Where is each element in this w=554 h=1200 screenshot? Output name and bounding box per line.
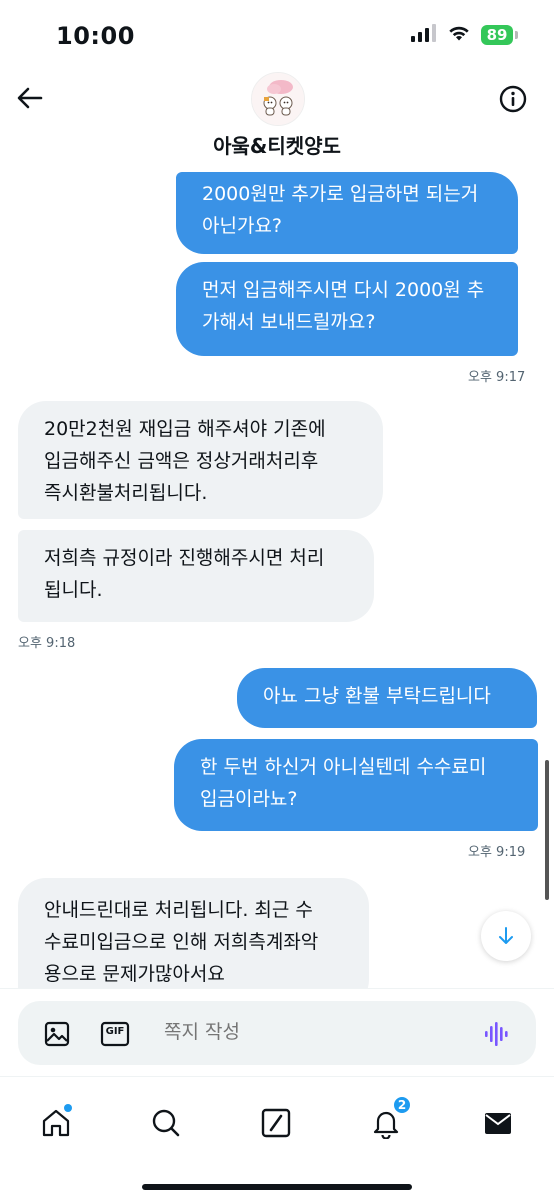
message-text-line: 됩니다. xyxy=(44,579,103,601)
image-icon xyxy=(44,1021,70,1047)
message-text-line: 즉시환불처리됩니다. xyxy=(44,482,208,504)
nav-notifications[interactable]: 2 xyxy=(366,1095,412,1143)
message-received[interactable]: 저희측 규정이라 진행해주시면 처리 됩니다. xyxy=(18,530,374,622)
status-icons: 89 xyxy=(411,24,518,46)
notification-count-badge: 2 xyxy=(392,1095,412,1115)
composer-bar: GIF xyxy=(0,988,554,1076)
message-sent[interactable]: 2000원만 추가로 입금하면 되는거 아닌가요? xyxy=(176,172,518,254)
message-text-line: 2000원만 추가로 입금하면 되는거 xyxy=(202,183,479,205)
grok-icon xyxy=(261,1108,291,1138)
composer: GIF xyxy=(18,1001,536,1065)
message-sent[interactable]: 한 두번 하신거 아니실텐데 수수료미 입금이라뇨? xyxy=(174,739,538,831)
nav-messages[interactable] xyxy=(478,1103,518,1143)
message-text-line: 아닌가요? xyxy=(202,215,283,237)
nav-search[interactable] xyxy=(146,1103,186,1143)
voice-message-button[interactable] xyxy=(482,1019,512,1049)
message-text-line: 아뇨 그냥 환불 부탁드립니다 xyxy=(263,685,491,707)
info-icon xyxy=(499,85,527,113)
nav-home[interactable] xyxy=(36,1103,76,1143)
battery-level: 89 xyxy=(481,25,513,45)
message-received[interactable]: 안내드린대로 처리됩니다. 최근 수 수료미입금으로 인해 저희측계좌악 용으로… xyxy=(18,878,369,988)
message-text-line: 저희측 규정이라 진행해주시면 처리 xyxy=(44,547,325,569)
messages-icon xyxy=(485,1113,511,1134)
info-button[interactable] xyxy=(498,84,528,114)
message-timestamp: 오후 9:18 xyxy=(18,636,76,651)
gif-label: GIF xyxy=(105,1026,125,1037)
voice-waveform-icon xyxy=(485,1022,508,1046)
bottom-navigation: 2 xyxy=(0,1076,554,1200)
message-sent[interactable]: 아뇨 그냥 환불 부탁드립니다 xyxy=(237,668,537,728)
message-list[interactable]: 2000원만 추가로 입금하면 되는거 아닌가요? 먼저 입금해주시면 다시 2… xyxy=(0,172,554,988)
back-button[interactable] xyxy=(14,82,46,114)
scrollbar[interactable] xyxy=(545,760,549,900)
nav-grok[interactable] xyxy=(256,1103,296,1143)
message-text-line: 먼저 입금해주시면 다시 2000원 추 xyxy=(202,279,485,301)
avatar[interactable] xyxy=(251,72,305,126)
message-text-line: 한 두번 하신거 아니실텐데 수수료미 xyxy=(200,756,487,778)
message-input[interactable] xyxy=(164,1021,454,1043)
status-time: 10:00 xyxy=(56,22,135,50)
message-timestamp: 오후 9:17 xyxy=(468,370,526,385)
message-timestamp: 오후 9:19 xyxy=(468,845,526,860)
home-unread-dot xyxy=(64,1104,72,1112)
message-sent[interactable]: 먼저 입금해주시면 다시 2000원 추 가해서 보내드릴까요? xyxy=(176,262,518,356)
message-text-line: 가해서 보내드릴까요? xyxy=(202,311,376,333)
chat-header: 아웈&티켓양도 xyxy=(0,72,554,172)
battery-icon: 89 xyxy=(481,25,518,45)
message-text-line: 용으로 문제가많아서요 xyxy=(44,963,225,985)
chat-title[interactable]: 아웈&티켓양도 xyxy=(0,130,554,159)
message-text-line: 수료미입금으로 인해 저희측계좌악 xyxy=(44,931,319,953)
add-image-button[interactable] xyxy=(42,1019,72,1049)
home-indicator xyxy=(142,1184,412,1190)
message-text-line: 20만2천원 재입금 해주셔야 기존에 xyxy=(44,418,326,440)
search-icon xyxy=(152,1109,180,1137)
message-received[interactable]: 20만2천원 재입금 해주셔야 기존에 입금해주신 금액은 정상거래처리후 즉시… xyxy=(18,401,383,519)
arrow-left-icon xyxy=(17,87,43,109)
signal-icon xyxy=(411,24,437,46)
wifi-icon xyxy=(447,24,471,46)
status-bar: 10:00 89 xyxy=(0,0,554,72)
add-gif-button[interactable]: GIF xyxy=(100,1019,130,1049)
avatar-illustration xyxy=(252,73,304,125)
message-text-line: 입금이라뇨? xyxy=(200,788,298,810)
message-text-line: 입금해주신 금액은 정상거래처리후 xyxy=(44,450,319,472)
message-text-line: 안내드린대로 처리됩니다. 최근 수 xyxy=(44,899,313,921)
scroll-to-bottom-button[interactable] xyxy=(481,911,531,961)
arrow-down-icon xyxy=(499,927,513,944)
